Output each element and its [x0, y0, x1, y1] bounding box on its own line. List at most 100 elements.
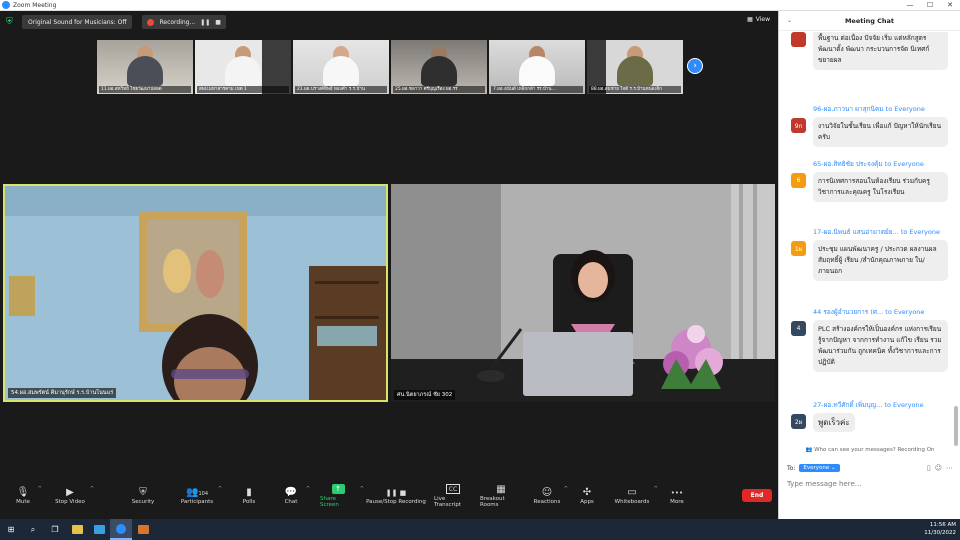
task-view-icon[interactable]: ❐: [44, 519, 66, 540]
chevron-up-icon[interactable]: ^: [564, 486, 568, 492]
message-text: งานวิจัยในชั้นเรียน เพื่อแก้ ปัญหาให้นัก…: [813, 117, 948, 147]
next-page-button[interactable]: ›: [687, 58, 703, 74]
whiteboard-icon: ▭: [627, 487, 637, 498]
chevron-up-icon[interactable]: ^: [360, 486, 364, 492]
breakout-rooms-button[interactable]: ▦ Breakout Rooms: [480, 481, 522, 511]
view-button[interactable]: ▦ View: [747, 16, 770, 23]
participants-icon: 👥104: [186, 487, 208, 498]
pause-stop-icon: ❚❚ ■: [385, 489, 407, 497]
people-icon: 👥: [805, 447, 815, 453]
record-dot-icon: [147, 18, 155, 26]
reactions-button[interactable]: ☺ Reactions ^: [534, 481, 568, 511]
sender-avatar: 1ผ: [791, 241, 806, 256]
shield-icon[interactable]: ⛨: [6, 17, 16, 27]
participant-thumbnail[interactable]: 88.ผอ.สมชาย ใจดี ร.ร.บ้านหนองจิก: [587, 40, 683, 94]
participant-name: 21.ผอ.ปรางค์ทิพย์ ทองคำ ร.ร.บ้าน: [295, 86, 387, 93]
whiteboards-label: Whiteboards: [614, 499, 650, 505]
apps-icon: ✣: [582, 487, 592, 498]
pause-recording-button[interactable]: ❚❚: [200, 19, 210, 26]
chat-message: 17-ผอ.นิพนธ์ แสนอ่ามาตย์ย... to Everyone…: [791, 227, 951, 281]
participant-thumbnail[interactable]: 21.ผอ.ปรางค์ทิพย์ ทองคำ ร.ร.บ้าน: [293, 40, 389, 94]
presenter-name: ศน.นิตยาภรณ์ ชัย 302: [394, 390, 456, 400]
file-icon[interactable]: ▯: [927, 464, 935, 472]
apps-button[interactable]: ✣ Apps: [576, 481, 598, 511]
meeting-topbar: ⛨ Original Sound for Musicians: Off Reco…: [0, 11, 778, 33]
taskbar-app-icon[interactable]: [132, 519, 154, 540]
apps-label: Apps: [580, 499, 594, 505]
pause-stop-recording-label: Pause/Stop Recording: [366, 499, 426, 505]
message-sender: 65-ผอ.สิทธิชัย ประจงคุ้ม to Everyone: [813, 160, 924, 168]
message-text: PLC สร้างองค์กรให้เป็นองค์กร แห่งการเรีย…: [813, 320, 948, 372]
chat-label: Chat: [284, 499, 298, 505]
pause-stop-recording-button[interactable]: ❚❚ ■ Pause/Stop Recording: [366, 481, 426, 511]
windows-start-icon[interactable]: ⊞: [0, 519, 22, 540]
emoji-icon[interactable]: ☺: [935, 464, 946, 472]
taskbar-app-icon[interactable]: [88, 519, 110, 540]
message-text: การนิเทศการสอนในห้องเรียน ร่วมกับครูวิชา…: [813, 172, 948, 202]
chevron-up-icon[interactable]: ^: [306, 486, 310, 492]
message-sender: 44 รองผู้อำนวยการ (ศ... to Everyone: [813, 308, 925, 316]
sender-avatar: 4: [791, 321, 806, 336]
share-screen-icon: ↑: [331, 484, 345, 494]
participants-label: Participants: [180, 499, 214, 505]
security-label: Security: [131, 499, 155, 505]
chat-scrollbar[interactable]: [954, 406, 958, 446]
mute-button[interactable]: 🎙 Mute ^: [12, 481, 42, 511]
message-text: พื้นฐาน ต่อเนื่อง ปัจจัย เริ่ม แต่หลักสู…: [813, 32, 948, 70]
system-clock[interactable]: 11:56 AM 11/30/2022: [924, 521, 956, 537]
polls-button[interactable]: ▮ Polls: [238, 481, 260, 511]
live-transcript-button[interactable]: CC Live Transcript: [434, 481, 472, 511]
search-icon[interactable]: ⌕: [22, 519, 44, 540]
participants-button[interactable]: 👥104 Participants ^: [180, 481, 222, 511]
meeting-area: ⛨ Original Sound for Musicians: Off Reco…: [0, 11, 778, 492]
close-button[interactable]: ✕: [940, 1, 960, 9]
chat-button[interactable]: 💬 Chat ^: [280, 481, 310, 511]
chat-privacy-note[interactable]: 👥 Who can see your messages? Recording O…: [779, 447, 960, 453]
speaker-name: 54.ผอ.สมพรัตน์ คิมานุรักษ์ ร.ร.บ้านโนนแร…: [8, 388, 117, 398]
share-screen-label: Share Screen: [320, 496, 339, 508]
presenter-video-frame: [391, 184, 775, 402]
breakout-rooms-icon: ▦: [496, 484, 506, 495]
view-label: View: [755, 16, 770, 23]
original-sound-toggle[interactable]: Original Sound for Musicians: Off: [22, 15, 133, 29]
recording-indicator: Recording... ❚❚ ■: [142, 15, 226, 29]
chevron-up-icon[interactable]: ^: [90, 486, 94, 492]
clock-date: 11/30/2022: [924, 530, 956, 536]
share-screen-button[interactable]: ↑ Share Screen ^: [320, 481, 364, 511]
chevron-up-icon[interactable]: ^: [218, 486, 222, 492]
participant-strip: 11.ผอ.สหวิทย์ ไชยวัฒนาปสลด สพป.มหาสารคาม…: [97, 40, 683, 94]
sender-avatar: 2ผ: [791, 414, 806, 429]
participant-thumbnail[interactable]: สพป.มหาสารคาม เขต 1: [195, 40, 291, 94]
chat-message: 65-ผอ.สิทธิชัย ประจงคุ้ม to Everyone 6 ก…: [791, 159, 951, 202]
end-meeting-button[interactable]: End: [742, 489, 772, 502]
recording-label: Recording...: [159, 18, 196, 26]
participant-thumbnail[interactable]: 11.ผอ.สหวิทย์ ไชยวัฒนาปสลด: [97, 40, 193, 94]
presenter-video[interactable]: ศน.นิตยาภรณ์ ชัย 302: [391, 184, 775, 402]
chat-message-input[interactable]: Type message here...: [787, 480, 955, 488]
sender-avatar: 9ก: [791, 118, 806, 133]
recipient-dropdown[interactable]: Everyone ⌄: [799, 464, 840, 472]
chevron-up-icon[interactable]: ^: [38, 486, 42, 492]
stop-recording-button[interactable]: ■: [215, 19, 221, 26]
to-label: To:: [787, 464, 796, 472]
breakout-rooms-label: Breakout Rooms: [480, 496, 505, 508]
meeting-toolbar: 🎙 Mute ^ ▶ Stop Video ^ ⛨ Security 👥104 …: [0, 481, 778, 511]
more-dots-icon[interactable]: ⋯: [946, 464, 957, 472]
zoom-taskbar-icon[interactable]: [110, 519, 132, 540]
minimize-button[interactable]: —: [900, 1, 920, 9]
polls-label: Polls: [242, 499, 256, 505]
file-explorer-icon[interactable]: [66, 519, 88, 540]
whiteboards-button[interactable]: ▭ Whiteboards ^: [614, 481, 658, 511]
chevron-down-icon[interactable]: ⌄: [787, 17, 792, 24]
maximize-button[interactable]: ☐: [920, 1, 940, 9]
participant-thumbnail[interactable]: 25.ผอ.ชลาวา ศรีบุญเรือง ผอ.รร: [391, 40, 487, 94]
more-label: More: [670, 499, 684, 505]
sender-avatar: [791, 32, 806, 47]
active-speaker-video[interactable]: 54.ผอ.สมพรัตน์ คิมานุรักษ์ ร.ร.บ้านโนนแร…: [3, 184, 388, 402]
security-button[interactable]: ⛨ Security: [128, 481, 158, 511]
stop-video-button[interactable]: ▶ Stop Video ^: [54, 481, 94, 511]
more-button[interactable]: ••• More: [666, 481, 688, 511]
chat-messages[interactable]: พื้นฐาน ต่อเนื่อง ปัจจัย เริ่ม แต่หลักสู…: [779, 32, 955, 450]
chevron-up-icon[interactable]: ^: [654, 486, 658, 492]
participant-thumbnail[interactable]: 7.ผอ.อนันต์ เหล็กกล้า รร.บ้าน...: [489, 40, 585, 94]
